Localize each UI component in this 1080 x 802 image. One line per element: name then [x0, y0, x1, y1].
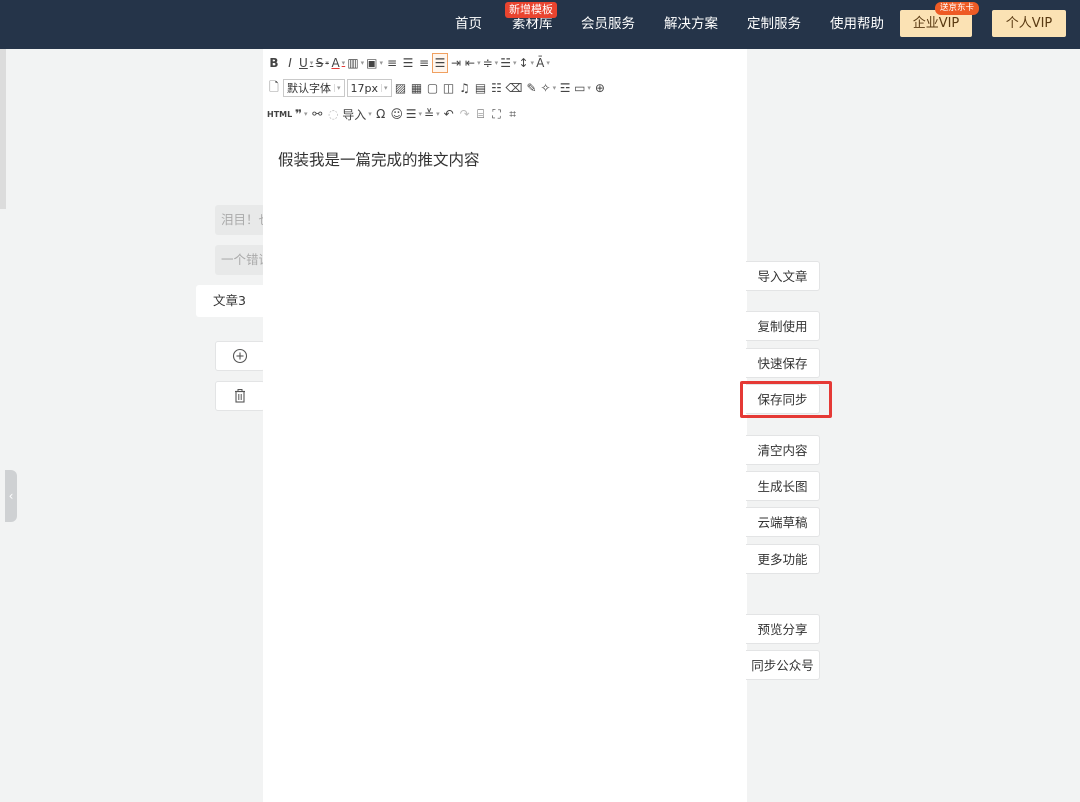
import-menu[interactable]: 导入 [342, 105, 372, 123]
font-color-icon[interactable]: A [331, 54, 345, 72]
new-template-badge: 新增模板 [505, 2, 557, 18]
special-char-icon[interactable]: Ω [374, 105, 388, 123]
title-style-icon[interactable]: ≚ [424, 105, 440, 123]
list-spacing-icon[interactable]: ☱ [500, 54, 516, 72]
top-nav-bar: 首页 素材库 新增模板 会员服务 解决方案 定制服务 使用帮助 企业VIP 送京… [0, 0, 1080, 49]
find-replace-icon[interactable]: ⊕ [593, 79, 607, 97]
plus-circle-icon [232, 348, 248, 364]
preview-share-button[interactable]: 预览分享 [746, 614, 820, 644]
clear-content-button[interactable]: 清空内容 [746, 435, 820, 465]
border-icon[interactable]: ▭ [574, 79, 591, 97]
chevron-left-icon: ‹ [8, 489, 14, 503]
sync-official-account-button[interactable]: 同步公众号 [746, 650, 820, 680]
image-stamp-icon[interactable]: ⛶ [490, 105, 504, 123]
article-item-active[interactable]: 文章3 [196, 285, 266, 317]
align-center-icon[interactable]: ☰ [401, 54, 415, 72]
delete-article-button[interactable] [215, 381, 265, 411]
list-style-icon[interactable]: ☲ [558, 79, 572, 97]
new-document-icon[interactable]: 🗋 [267, 79, 281, 97]
crop-icon[interactable]: ⌗ [506, 105, 520, 123]
nav-solutions[interactable]: 解决方案 [664, 0, 718, 49]
link-icon[interactable]: ⚯ [310, 105, 324, 123]
indent-icon[interactable]: ⇥ [449, 54, 463, 72]
table-icon[interactable]: ▦ [410, 79, 424, 97]
gallery-icon[interactable]: ◫ [442, 79, 456, 97]
bold-icon[interactable]: B [267, 54, 281, 72]
trash-icon [235, 389, 245, 403]
font-size-select[interactable]: 17px [346, 79, 392, 97]
redo-icon[interactable]: ↷ [458, 105, 472, 123]
article-item[interactable]: 泪目！也 [215, 205, 265, 235]
page-scrollbar[interactable] [0, 49, 6, 209]
outdent-icon[interactable]: ⇤ [465, 54, 481, 72]
emoji-icon[interactable]: ☺ [390, 105, 404, 123]
collapse-handle[interactable]: ‹ [5, 470, 17, 522]
import-article-button[interactable]: 导入文章 [746, 261, 820, 291]
quote-icon[interactable]: ❞ [294, 105, 308, 123]
magic-wand-icon[interactable]: ✧ [541, 79, 557, 97]
italic-icon[interactable]: I [283, 54, 297, 72]
add-article-button[interactable] [215, 341, 265, 371]
format-painter-icon[interactable]: ✎ [525, 79, 539, 97]
article-item[interactable]: 一个错误 [215, 245, 265, 275]
personal-vip-button[interactable]: 个人VIP [992, 10, 1066, 37]
paragraph-format-icon[interactable]: ⌸ [474, 105, 488, 123]
nav-member-service[interactable]: 会员服务 [581, 0, 635, 49]
quick-save-button[interactable]: 快速保存 [746, 348, 820, 378]
eraser-icon[interactable]: ⌫ [506, 79, 523, 97]
bullet-list-icon[interactable]: ☰ [406, 105, 422, 123]
template-icon[interactable]: ☷ [490, 79, 504, 97]
cloud-drafts-button[interactable]: 云端草稿 [746, 507, 820, 537]
align-right-icon[interactable]: ≡ [417, 54, 431, 72]
nav-custom-service[interactable]: 定制服务 [747, 0, 801, 49]
article-content[interactable]: 假装我是一篇完成的推文内容 [278, 148, 480, 170]
music-icon[interactable]: ♫ [458, 79, 472, 97]
line-height-icon[interactable]: ↕ [518, 54, 534, 72]
paragraph-spacing-icon[interactable]: ≑ [483, 54, 499, 72]
jd-card-badge: 送京东卡 [935, 2, 980, 15]
copy-use-button[interactable]: 复制使用 [746, 311, 820, 341]
unlink-icon[interactable]: ◌ [326, 105, 340, 123]
html-source-button[interactable]: HTML [267, 105, 292, 123]
toolbar-row-2: 🗋 默认字体 17px ▨ ▦ ▢ ◫ ♫ ▤ ☷ ⌫ ✎ ✧ ☲ ▭ ⊕ [267, 77, 607, 99]
more-features-button[interactable]: 更多功能 [746, 544, 820, 574]
clear-format-icon[interactable]: ▨ [394, 79, 408, 97]
align-justify-icon[interactable]: ☰ [432, 53, 449, 73]
undo-icon[interactable]: ↶ [442, 105, 456, 123]
letter-spacing-icon[interactable]: Ā [536, 54, 550, 72]
toolbar-row-1: B I U S A ▥ ▣ ≡ ☰ ≡ ☰ ⇥ ⇤ ≑ ☱ ↕ Ā [267, 52, 550, 74]
align-left-icon[interactable]: ≡ [385, 54, 399, 72]
strikethrough-icon[interactable]: S [315, 54, 329, 72]
image-icon[interactable]: ▢ [426, 79, 440, 97]
video-icon[interactable]: ▤ [474, 79, 488, 97]
generate-long-image-button[interactable]: 生成长图 [746, 471, 820, 501]
nav-home[interactable]: 首页 [455, 0, 482, 49]
save-sync-highlight [740, 381, 832, 418]
nav-help[interactable]: 使用帮助 [830, 0, 884, 49]
underline-icon[interactable]: U [299, 54, 313, 72]
font-family-select[interactable]: 默认字体 [283, 79, 345, 97]
background-color-icon[interactable]: ▥ [347, 54, 364, 72]
toolbar-row-3: HTML ❞ ⚯ ◌ 导入 Ω ☺ ☰ ≚ ↶ ↷ ⌸ ⛶ ⌗ [267, 103, 520, 125]
editor-panel: B I U S A ▥ ▣ ≡ ☰ ≡ ☰ ⇥ ⇤ ≑ ☱ ↕ Ā 🗋 默认字体… [263, 49, 747, 802]
text-box-icon[interactable]: ▣ [366, 54, 383, 72]
